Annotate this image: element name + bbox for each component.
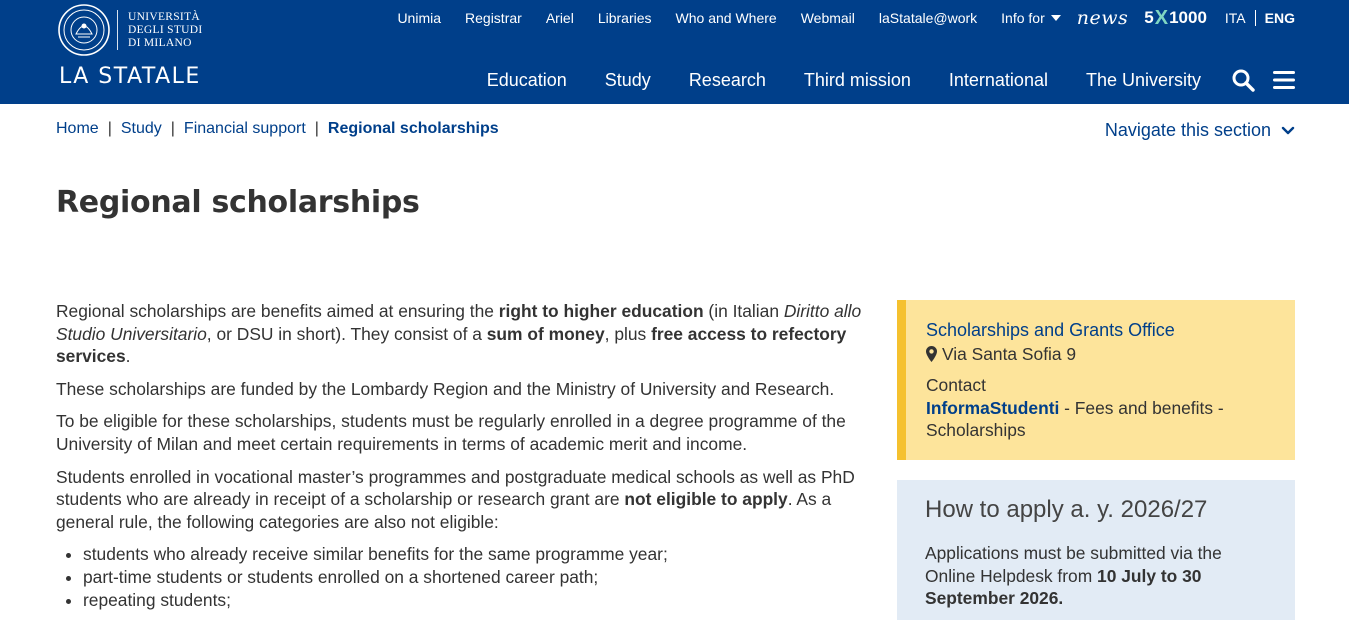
- address-text: Via Santa Sofia 9: [942, 343, 1077, 364]
- breadcrumb-financial-support[interactable]: Financial support: [184, 120, 306, 138]
- funding-paragraph: These scholarships are funded by the Lom…: [56, 378, 835, 399]
- office-address: Via Santa Sofia 9: [926, 343, 1275, 366]
- office-name[interactable]: Scholarships and Grants Office: [926, 319, 1275, 342]
- top-link-webmail[interactable]: Webmail: [801, 10, 855, 26]
- info-for-dropdown[interactable]: Info for: [1001, 10, 1061, 26]
- nav-third-mission[interactable]: Third mission: [804, 70, 911, 91]
- breadcrumb-separator: |: [314, 120, 319, 137]
- not-eligible-paragraph: Students enrolled in vocational master’s…: [56, 466, 871, 534]
- top-link-libraries[interactable]: Libraries: [598, 10, 652, 26]
- how-to-apply-title: How to apply a. y. 2026/27: [925, 496, 1208, 523]
- nav-the-university[interactable]: The University: [1086, 70, 1201, 91]
- informastudenti-link[interactable]: InformaStudenti: [926, 398, 1059, 418]
- university-seal-icon: [58, 4, 110, 56]
- caret-down-icon: [1050, 15, 1061, 21]
- breadcrumb-separator: |: [170, 120, 175, 137]
- logo-divider: [117, 10, 118, 50]
- chevron-down-icon: [1281, 126, 1295, 134]
- bold-text: sum of money: [486, 323, 605, 344]
- list-item: part-time students or students enrolled …: [83, 566, 871, 589]
- navigate-section-label: Navigate this section: [1104, 120, 1271, 140]
- contact-info: InformaStudenti - Fees and benefits - Sc…: [926, 397, 1275, 442]
- search-icon: [1232, 69, 1255, 92]
- info-for-label: Info for: [1001, 10, 1045, 26]
- breadcrumb-separator: |: [107, 120, 112, 137]
- breadcrumb-study[interactable]: Study: [121, 120, 162, 138]
- how-to-apply-text: Applications must be submitted via the O…: [925, 542, 1267, 610]
- top-link-lastatale-work[interactable]: laStatale@work: [879, 10, 977, 26]
- list-item: repeating students;: [83, 589, 871, 612]
- five-per-thousand-link[interactable]: 5 X 1000: [1144, 7, 1207, 30]
- text: (in Italian: [703, 301, 784, 321]
- x-mark: X: [1154, 6, 1169, 29]
- main-nav: Education Study Research Third mission I…: [487, 67, 1295, 93]
- menu-button[interactable]: [1273, 70, 1295, 90]
- text: .: [125, 346, 131, 367]
- logo-line: DEGLI STUDI: [128, 24, 203, 36]
- language-switcher: ITA ENG: [1225, 10, 1295, 26]
- lang-divider: [1254, 10, 1256, 26]
- contact-label: Contact: [926, 375, 986, 396]
- breadcrumb: Home | Study | Financial support | Regio…: [56, 120, 499, 138]
- page-title: Regional scholarships: [56, 185, 420, 220]
- list-item: students who already receive similar ben…: [83, 543, 871, 566]
- logo-line: DI MILANO: [128, 37, 192, 49]
- nav-study[interactable]: Study: [605, 70, 651, 91]
- logo-line: UNIVERSITÀ: [128, 11, 200, 23]
- search-button[interactable]: [1231, 68, 1255, 92]
- news-link[interactable]: news: [1077, 7, 1129, 29]
- top-link-who-and-where[interactable]: Who and Where: [676, 10, 777, 26]
- five-label: 5: [1144, 8, 1154, 27]
- navigate-section-dropdown[interactable]: Navigate this section: [1105, 120, 1295, 141]
- hamburger-menu-icon: [1273, 71, 1295, 89]
- how-to-apply-card: How to apply a. y. 2026/27 Applications …: [897, 480, 1295, 620]
- text: , plus: [604, 323, 652, 344]
- breadcrumb-home[interactable]: Home: [56, 120, 99, 138]
- nav-education[interactable]: Education: [487, 70, 567, 91]
- lang-eng[interactable]: ENG: [1265, 10, 1295, 26]
- thousand-label: 1000: [1169, 8, 1207, 27]
- lang-ita[interactable]: ITA: [1225, 10, 1246, 26]
- site-header: UNIVERSITÀ DEGLI STUDI DI MILANO LA STAT…: [0, 0, 1349, 104]
- breadcrumb-current: Regional scholarships: [327, 120, 499, 137]
- ineligible-list: students who already receive similar ben…: [83, 543, 871, 611]
- nav-research[interactable]: Research: [689, 70, 766, 91]
- bold-text: not eligible to apply: [624, 489, 788, 510]
- university-logo[interactable]: UNIVERSITÀ DEGLI STUDI DI MILANO: [58, 4, 218, 58]
- logo-text: UNIVERSITÀ DEGLI STUDI DI MILANO: [128, 11, 203, 50]
- office-contact-card: Scholarships and Grants Office Via Santa…: [897, 300, 1295, 460]
- bold-text: right to higher education: [498, 301, 704, 321]
- intro-paragraph: Regional scholarships are benefits aimed…: [56, 300, 871, 368]
- main-content: Regional scholarships are benefits aimed…: [56, 300, 871, 611]
- la-statale-wordmark[interactable]: LA STATALE: [59, 64, 201, 89]
- text: , or DSU in short). They consist of a: [206, 323, 487, 344]
- top-link-unimia[interactable]: Unimia: [397, 10, 441, 26]
- text: Regional scholarships are benefits aimed…: [56, 301, 499, 321]
- top-link-registrar[interactable]: Registrar: [465, 10, 522, 26]
- map-marker-icon: [926, 345, 937, 362]
- utility-nav: Unimia Registrar Ariel Libraries Who and…: [397, 7, 1295, 30]
- top-link-ariel[interactable]: Ariel: [546, 10, 574, 26]
- nav-international[interactable]: International: [949, 70, 1048, 91]
- eligibility-paragraph: To be eligible for these scholarships, s…: [56, 411, 846, 454]
